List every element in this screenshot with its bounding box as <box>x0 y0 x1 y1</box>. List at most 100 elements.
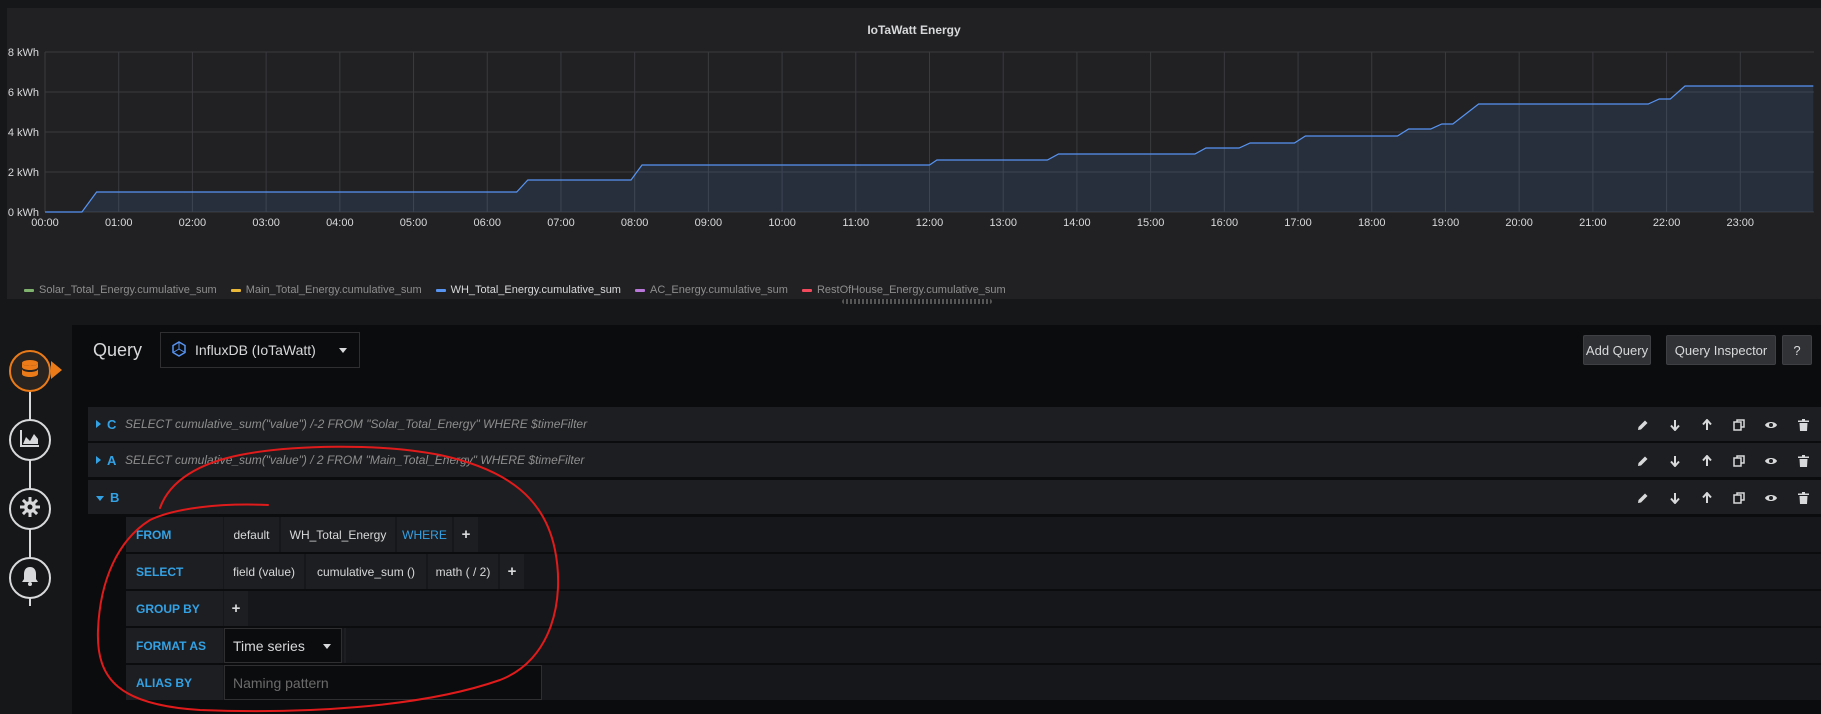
arrow-up-icon[interactable] <box>1697 415 1717 435</box>
query-preview-text[interactable]: SELECT cumulative_sum("value") /-2 FROM … <box>125 417 587 431</box>
arrow-down-icon[interactable] <box>1665 415 1685 435</box>
format-as-row: FORMAT AS Time series <box>126 628 1821 664</box>
influxdb-icon <box>171 340 187 360</box>
query-row-a[interactable]: A SELECT cumulative_sum("value") / 2 FRO… <box>88 443 1821 478</box>
bell-icon <box>19 565 41 592</box>
x-tick-label: 06:00 <box>473 217 501 229</box>
datasource-picker[interactable]: InfluxDB (IoTaWatt) <box>160 332 360 368</box>
legend-item-solar[interactable]: Solar_Total_Energy.cumulative_sum <box>24 284 217 296</box>
eye-icon[interactable] <box>1761 451 1781 471</box>
pencil-icon[interactable] <box>1633 488 1653 508</box>
query-actions <box>1633 407 1813 442</box>
pencil-icon[interactable] <box>1633 415 1653 435</box>
query-tab-title: Query <box>93 340 143 360</box>
nav-general-button[interactable] <box>9 488 51 530</box>
active-nav-indicator <box>51 361 62 379</box>
x-tick-label: 03:00 <box>252 217 280 229</box>
expand-caret-icon[interactable] <box>96 456 101 464</box>
trash-icon[interactable] <box>1793 415 1813 435</box>
query-inspector-button[interactable]: Query Inspector <box>1666 335 1776 365</box>
query-actions <box>1633 480 1813 515</box>
panel-resize-handle[interactable] <box>842 299 992 304</box>
eye-icon[interactable] <box>1761 415 1781 435</box>
select-row: SELECT field (value) cumulative_sum () m… <box>126 554 1821 590</box>
trash-icon[interactable] <box>1793 451 1813 471</box>
where-keyword[interactable]: WHERE <box>397 517 452 552</box>
legend-item-restofhouse[interactable]: RestOfHouse_Energy.cumulative_sum <box>801 284 1006 296</box>
x-tick-label: 10:00 <box>768 217 796 229</box>
alias-by-label: ALIAS BY <box>126 665 223 700</box>
field-segment[interactable]: field (value) <box>224 554 304 589</box>
y-tick-label: 2 kWh <box>8 167 39 179</box>
format-as-filler <box>344 628 346 663</box>
x-tick-label: 15:00 <box>1137 217 1165 229</box>
nav-alert-button[interactable] <box>9 557 51 599</box>
help-button[interactable]: ? <box>1782 335 1812 365</box>
nav-queries-button[interactable] <box>9 350 51 392</box>
legend-label: Solar_Total_Energy.cumulative_sum <box>39 284 217 296</box>
gear-icon <box>19 496 41 523</box>
query-preview-text[interactable]: SELECT cumulative_sum("value") / 2 FROM … <box>125 453 584 467</box>
x-tick-label: 07:00 <box>547 217 575 229</box>
legend-label: RestOfHouse_Energy.cumulative_sum <box>816 284 1006 296</box>
legend-item-main[interactable]: Main_Total_Energy.cumulative_sum <box>230 284 422 296</box>
legend-swatch <box>801 288 812 292</box>
measurement-segment[interactable]: WH_Total_Energy <box>281 517 395 552</box>
eye-icon[interactable] <box>1761 488 1781 508</box>
duplicate-icon[interactable] <box>1729 488 1749 508</box>
legend-item-ac[interactable]: AC_Energy.cumulative_sum <box>634 284 788 296</box>
collapse-caret-icon[interactable] <box>96 495 104 501</box>
add-where-button[interactable]: + <box>454 517 478 552</box>
function-segment[interactable]: cumulative_sum () <box>306 554 426 589</box>
chevron-down-icon <box>339 348 347 353</box>
legend-item-wh[interactable]: WH_Total_Energy.cumulative_sum <box>435 284 621 296</box>
y-tick-label: 8 kWh <box>8 47 39 59</box>
arrow-down-icon[interactable] <box>1665 451 1685 471</box>
query-row-b[interactable]: B <box>88 480 1821 515</box>
math-segment[interactable]: math ( / 2) <box>428 554 498 589</box>
x-tick-label: 22:00 <box>1653 217 1681 229</box>
legend-label: Main_Total_Energy.cumulative_sum <box>245 284 422 296</box>
expand-caret-icon[interactable] <box>96 420 101 428</box>
x-tick-label: 23:00 <box>1727 217 1755 229</box>
duplicate-icon[interactable] <box>1729 451 1749 471</box>
x-tick-label: 11:00 <box>842 217 869 229</box>
group-by-row: GROUP BY + <box>126 591 1821 627</box>
add-select-part-button[interactable]: + <box>500 554 524 589</box>
x-tick-label: 05:00 <box>400 217 428 229</box>
x-tick-label: 20:00 <box>1505 217 1533 229</box>
duplicate-icon[interactable] <box>1729 415 1749 435</box>
pencil-icon[interactable] <box>1633 451 1653 471</box>
chart-legend: Solar_Total_Energy.cumulative_sum Main_T… <box>24 284 1006 296</box>
legend-swatch <box>435 288 446 292</box>
query-ref-id[interactable]: C <box>107 417 125 432</box>
nav-visualization-button[interactable] <box>9 419 51 461</box>
legend-swatch <box>634 288 645 292</box>
legend-label: WH_Total_Energy.cumulative_sum <box>450 284 621 296</box>
legend-label: AC_Energy.cumulative_sum <box>649 284 788 296</box>
format-as-select[interactable]: Time series <box>224 628 342 663</box>
query-row-c[interactable]: C SELECT cumulative_sum("value") /-2 FRO… <box>88 407 1821 442</box>
add-query-button[interactable]: Add Query <box>1583 335 1651 365</box>
arrow-up-icon[interactable] <box>1697 451 1717 471</box>
select-label: SELECT <box>126 554 223 589</box>
query-actions <box>1633 443 1813 478</box>
trash-icon[interactable] <box>1793 488 1813 508</box>
x-tick-label: 01:00 <box>105 217 133 229</box>
x-tick-label: 00:00 <box>31 217 59 229</box>
add-group-by-button[interactable]: + <box>224 591 248 626</box>
legend-swatch <box>230 288 241 292</box>
query-ref-id[interactable]: B <box>110 490 128 505</box>
arrow-up-icon[interactable] <box>1697 488 1717 508</box>
retention-policy-segment[interactable]: default <box>224 517 279 552</box>
chevron-down-icon <box>323 644 331 649</box>
x-tick-label: 19:00 <box>1432 217 1460 229</box>
group-by-label: GROUP BY <box>126 591 223 626</box>
x-tick-label: 17:00 <box>1284 217 1312 229</box>
x-tick-label: 16:00 <box>1211 217 1239 229</box>
query-ref-id[interactable]: A <box>107 453 125 468</box>
y-tick-label: 6 kWh <box>8 87 39 99</box>
energy-chart[interactable]: 8 kWh6 kWh4 kWh2 kWh0 kWh00:00 01:00 02:00… <box>7 8 1821 284</box>
arrow-down-icon[interactable] <box>1665 488 1685 508</box>
alias-by-input[interactable] <box>224 665 542 700</box>
